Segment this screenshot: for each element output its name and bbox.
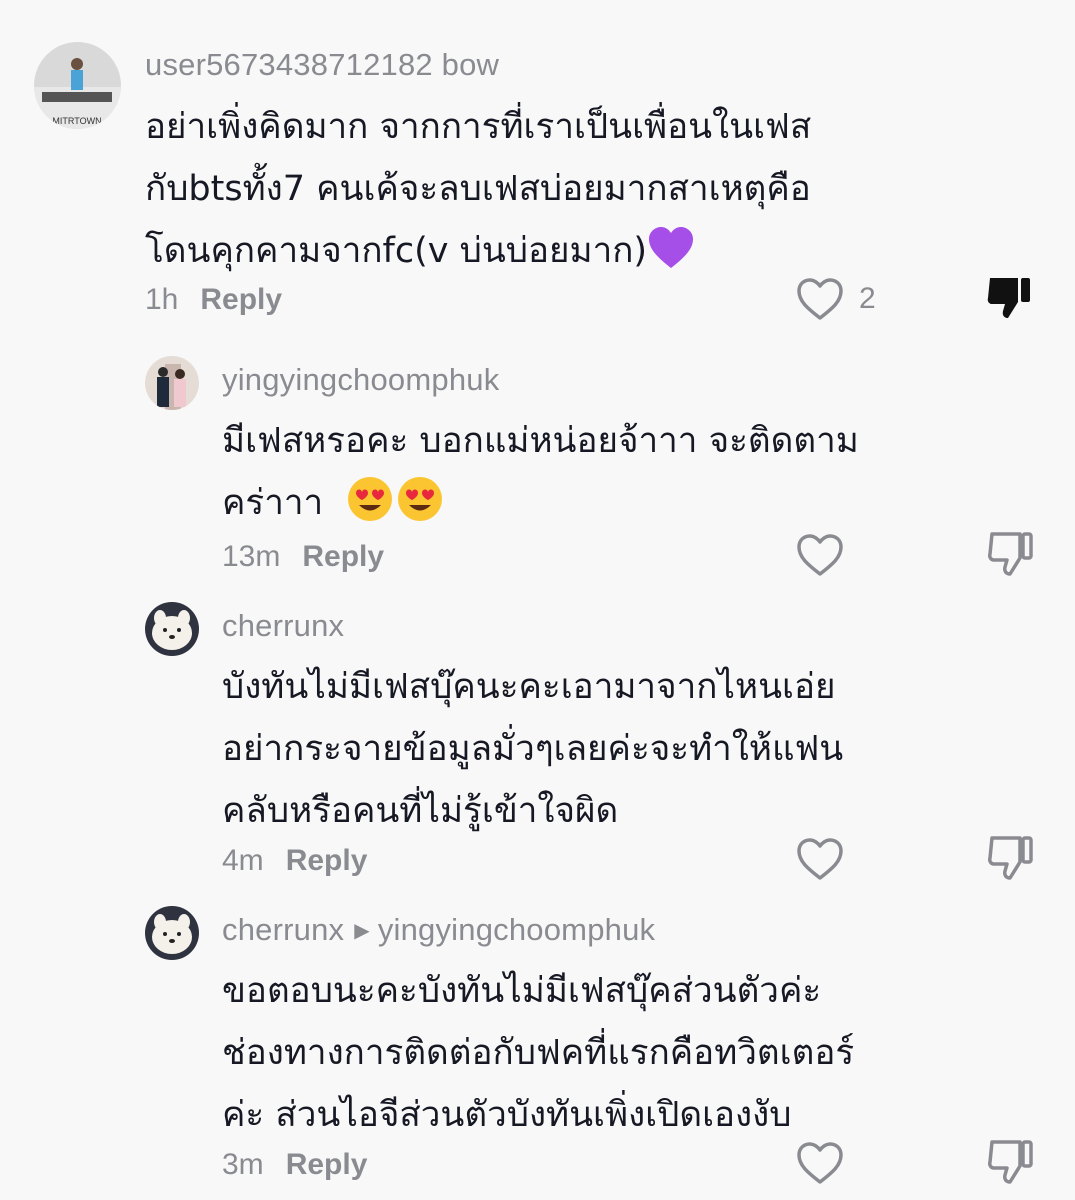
reply-button[interactable]: Reply xyxy=(200,283,282,316)
comment-text-line: บังทันไม่มีเฟสบุ๊คนะคะเอามาจากไหนเอ่ย xyxy=(222,667,836,707)
comment-username[interactable]: cherrunx xyxy=(222,912,344,947)
avatar[interactable] xyxy=(145,356,199,410)
comment-meta: 4m Reply xyxy=(222,844,367,878)
avatar-watermark: MITRTOWN xyxy=(52,116,101,126)
comment-text-line: คลับหรือคนที่ไม่รู้เข้าใจผิด xyxy=(222,791,619,831)
comment-text-line: โดนคุกคามจากfc(v บ่นบ่อยมาก) xyxy=(145,220,811,282)
avatar[interactable]: MITRTOWN xyxy=(34,42,121,129)
comment-username[interactable]: cherrunx xyxy=(222,608,344,644)
comment-meta: 1h Reply xyxy=(145,283,282,317)
comment-text-segment: โดนคุกคามจากfc(v บ่นบ่อยมาก) xyxy=(145,231,648,271)
heart-outline-icon xyxy=(797,278,843,320)
caret-right-icon: ▶ xyxy=(354,920,370,942)
comment-text-line: คร่าาา xyxy=(222,472,859,534)
dislike-button[interactable] xyxy=(986,530,1034,578)
comment-time: 1h xyxy=(145,283,179,316)
avatar-image: MITRTOWN xyxy=(34,42,121,129)
comment-text-line: ขอตอบนะคะบังทันไม่มีเฟสบุ๊คส่วนตัวค่ะ xyxy=(222,971,822,1011)
reply-button[interactable]: Reply xyxy=(286,1148,368,1181)
comment-text-line: อย่ากระจายข้อมูลมั่วๆเลยค่ะจะทำให้แฟน xyxy=(222,729,844,769)
avatar[interactable] xyxy=(145,602,199,656)
like-button[interactable] xyxy=(795,1140,845,1186)
avatar-image xyxy=(145,906,199,960)
thumbs-down-icon xyxy=(988,836,1033,880)
comment-text-line: กับbtsทั้ง7 คนเค้จะลบเฟสบ่อยมากสาเหตุคือ xyxy=(145,169,811,209)
comment-text-segment: คร่าาา xyxy=(222,483,324,523)
dislike-button[interactable] xyxy=(984,274,1032,322)
purple-heart-emoji xyxy=(649,227,694,268)
avatar[interactable] xyxy=(145,906,199,960)
comment-username[interactable]: user5673438712182 bow xyxy=(145,47,499,83)
comment-time: 3m xyxy=(222,1148,264,1181)
comment-time: 4m xyxy=(222,844,264,877)
reply-to-username[interactable]: yingyingchoomphuk xyxy=(378,912,655,947)
comment-text-line: ค่ะ ส่วนไอจีส่วนตัวบังทันเพิ่งเปิดเองงับ xyxy=(222,1095,792,1135)
dislike-button[interactable] xyxy=(986,1138,1034,1186)
like-count: 2 xyxy=(859,282,876,315)
avatar-image xyxy=(145,356,199,410)
thumbs-down-icon xyxy=(988,532,1033,576)
comment-text: ขอตอบนะคะบังทันไม่มีเฟสบุ๊คส่วนตัวค่ะ ช่… xyxy=(222,960,854,1146)
heart-outline-icon xyxy=(797,534,843,576)
avatar-image xyxy=(145,602,199,656)
comment-text-line: อย่าเพิ่งคิดมาก จากการที่เราเป็นเพื่อนใน… xyxy=(145,107,812,147)
heart-outline-icon xyxy=(797,838,843,880)
comment-meta: 3m Reply xyxy=(222,1148,367,1182)
heart-eyes-emoji xyxy=(348,477,393,521)
comment-text-line: ช่องทางการติดต่อกับฟคที่แรกคือทวิตเตอร์ xyxy=(222,1033,855,1073)
comment-username[interactable]: yingyingchoomphuk xyxy=(222,362,499,398)
comment-text: มีเฟสหรอคะ บอกแม่หน่อยจ้าาา จะติดตาม คร่… xyxy=(222,410,859,534)
comment-text: อย่าเพิ่งคิดมาก จากการที่เราเป็นเพื่อนใน… xyxy=(145,96,811,282)
like-button[interactable] xyxy=(795,532,845,578)
thumbs-down-icon xyxy=(987,278,1030,318)
reply-button[interactable]: Reply xyxy=(286,844,368,877)
comment-username-row: cherrunx ▶ yingyingchoomphuk xyxy=(222,912,655,948)
like-button[interactable] xyxy=(795,836,845,882)
dislike-button[interactable] xyxy=(986,834,1034,882)
thumbs-down-icon xyxy=(988,1140,1033,1184)
comment-text: บังทันไม่มีเฟสบุ๊คนะคะเอามาจากไหนเอ่ย อย… xyxy=(222,656,843,842)
reply-button[interactable]: Reply xyxy=(302,540,384,573)
heart-eyes-emoji xyxy=(398,477,443,521)
heart-outline-icon xyxy=(797,1142,843,1184)
comment-meta: 13m Reply xyxy=(222,540,384,574)
comment-text-line: มีเฟสหรอคะ บอกแม่หน่อยจ้าาา จะติดตาม xyxy=(222,421,859,461)
comment-time: 13m xyxy=(222,540,281,573)
like-button[interactable]: 2 xyxy=(795,276,876,322)
